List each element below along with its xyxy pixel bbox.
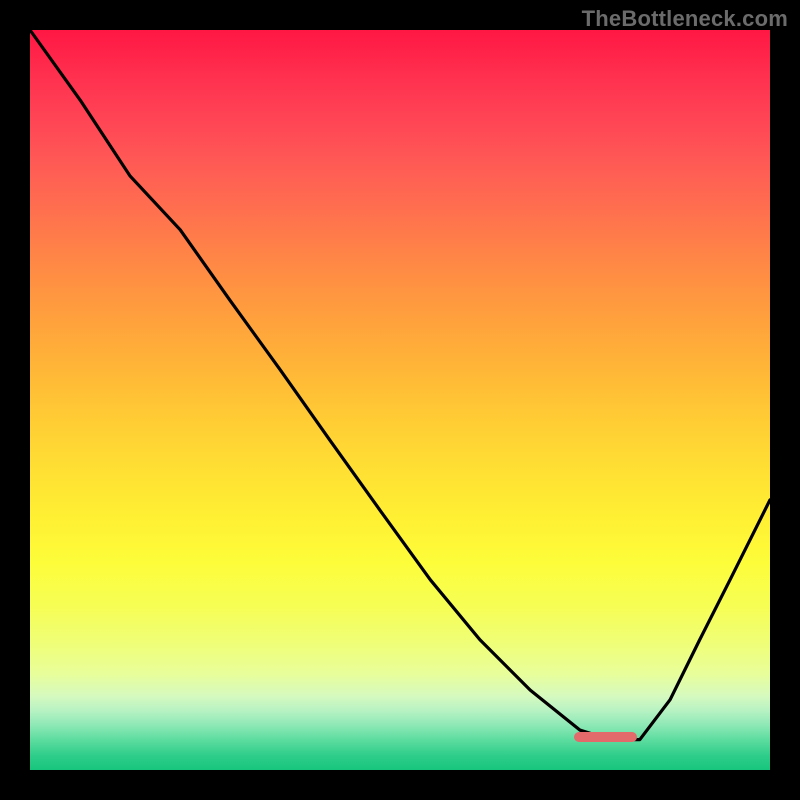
bottleneck-curve <box>30 30 770 770</box>
optimal-range-marker <box>574 732 637 742</box>
watermark-text: TheBottleneck.com <box>582 6 788 32</box>
chart-plot-area <box>30 30 770 770</box>
